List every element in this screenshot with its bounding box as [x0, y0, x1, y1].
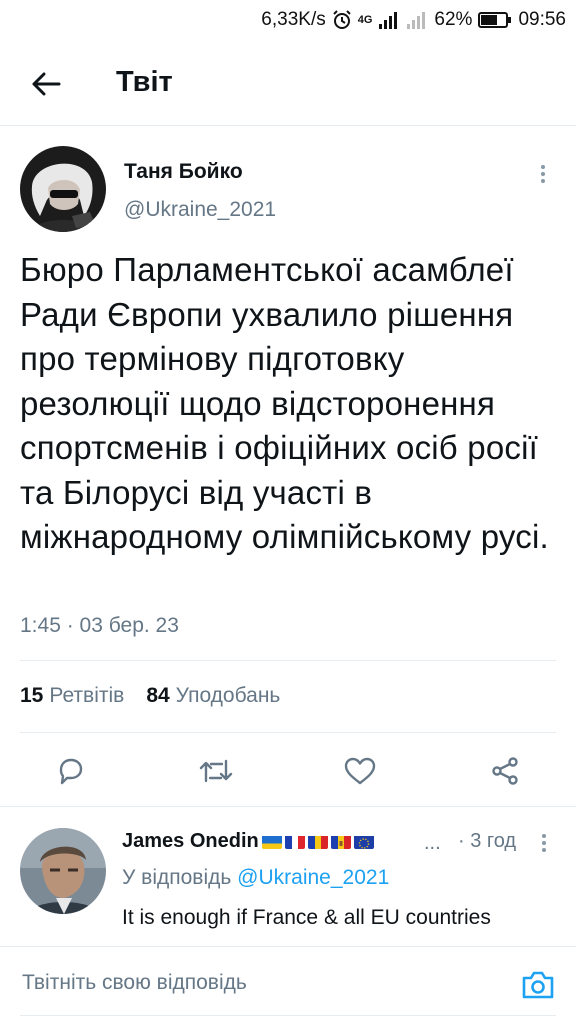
divider [20, 732, 556, 733]
battery-icon [478, 11, 512, 29]
network-speed: 6,33K/s [261, 9, 326, 30]
share-button[interactable] [486, 752, 524, 790]
reply-to-prefix: У відповідь [122, 866, 232, 889]
author-handle[interactable]: @Ukraine_2021 [124, 198, 276, 222]
reply-author-name-text: James Onedin [122, 830, 259, 852]
compose-underline [20, 1015, 556, 1016]
france-flag [284, 834, 305, 849]
like-icon [344, 757, 376, 785]
author-avatar[interactable] [20, 146, 106, 232]
retweets-label: Ретвітів [49, 684, 125, 707]
app-header: Твіт [0, 42, 576, 126]
more-dot [542, 841, 546, 845]
like-button[interactable] [341, 752, 379, 790]
more-dot [542, 848, 546, 852]
signal-icon-2 [406, 11, 428, 29]
status-bar: 6,33K/s 4G 62% 09:56 [0, 0, 576, 40]
tweet-text: Бюро Парламентської асамблеї Ради Європи… [20, 251, 549, 555]
reply-icon [59, 758, 83, 785]
clock: 09:56 [518, 9, 566, 30]
reply-author-name[interactable]: James Onedin [122, 830, 374, 853]
likes-count: 84 [146, 684, 170, 707]
signal-icon [378, 11, 400, 29]
reply-to-line: У відповідь @Ukraine_2021 [122, 866, 389, 890]
more-dot [541, 165, 545, 169]
camera-icon [522, 971, 554, 999]
more-options-button[interactable] [530, 160, 556, 188]
retweets-stat[interactable]: 15 Ретвітів [20, 684, 124, 708]
moldova-flag [330, 834, 351, 849]
retweets-count: 15 [20, 684, 44, 707]
reply-to-handle-link[interactable]: @Ukraine_2021 [237, 866, 389, 889]
reply-time: · 3 год [458, 830, 517, 852]
reply-more-options-button[interactable] [532, 830, 556, 856]
more-dot [541, 179, 545, 183]
alarm-icon [332, 10, 352, 30]
tweet-stats: 15 Ретвітів 84 Уподобань [20, 684, 280, 708]
divider [20, 660, 556, 661]
tweet-timestamp: 1:45 · 03 бер. 23 [20, 614, 179, 637]
likes-stat[interactable]: 84 Уподобань [146, 684, 280, 708]
reply-text: It is enough if France & all EU countrie… [122, 906, 491, 929]
likes-label: Уподобань [175, 684, 281, 707]
author-name[interactable]: Таня Бойко [124, 160, 243, 184]
compose-input[interactable]: Твітніть свою відповідь [22, 971, 247, 995]
camera-button[interactable] [518, 965, 558, 1005]
ukraine-flag [261, 834, 282, 849]
reply-author-avatar[interactable] [20, 828, 106, 914]
romania-flag [307, 834, 328, 849]
more-dot [541, 172, 545, 176]
reply-name-ellipsis: ... [424, 832, 441, 854]
share-icon [492, 757, 518, 785]
compose-bar: Твітніть свою відповідь [0, 946, 576, 1024]
battery-percent: 62% [434, 9, 473, 30]
eu-flag [353, 834, 374, 849]
reply-button[interactable] [52, 752, 90, 790]
retweet-button[interactable] [197, 752, 235, 790]
back-button[interactable] [28, 66, 64, 102]
page-title: Твіт [116, 66, 173, 98]
divider [0, 806, 576, 807]
more-dot [542, 834, 546, 838]
network-type: 4G [357, 14, 373, 26]
arrow-left-icon [32, 72, 61, 96]
tweet-actions [0, 748, 576, 794]
retweet-icon [199, 759, 233, 783]
